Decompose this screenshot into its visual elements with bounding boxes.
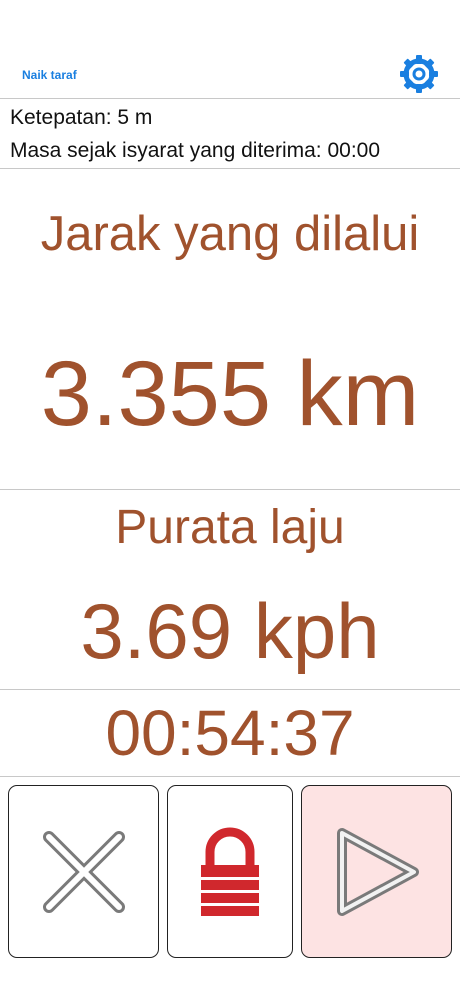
start-button[interactable] xyxy=(301,785,452,958)
settings-button[interactable] xyxy=(398,53,440,95)
distance-value: 3.355 km xyxy=(40,343,420,445)
cancel-button[interactable] xyxy=(8,785,159,958)
divider xyxy=(0,98,460,99)
gear-icon xyxy=(400,55,438,93)
average-speed-label: Purata laju xyxy=(115,501,345,554)
lock-icon xyxy=(201,827,259,916)
divider xyxy=(0,489,460,490)
average-speed-value: 3.69 kph xyxy=(80,587,380,675)
play-icon xyxy=(336,827,419,916)
elapsed-timer: 00:54:37 xyxy=(105,697,355,769)
accuracy-text: Ketepatan: 5 m xyxy=(10,106,153,129)
divider xyxy=(0,689,460,690)
top-bar: Naik taraf xyxy=(0,0,460,98)
signal-time-text: Masa sejak isyarat yang diterima: 00:00 xyxy=(10,139,381,162)
close-icon xyxy=(42,830,125,913)
divider xyxy=(0,168,460,169)
divider xyxy=(0,776,460,777)
lock-button[interactable] xyxy=(167,785,293,958)
upgrade-link[interactable]: Naik taraf xyxy=(22,68,77,82)
distance-label: Jarak yang dilalui xyxy=(40,207,420,261)
